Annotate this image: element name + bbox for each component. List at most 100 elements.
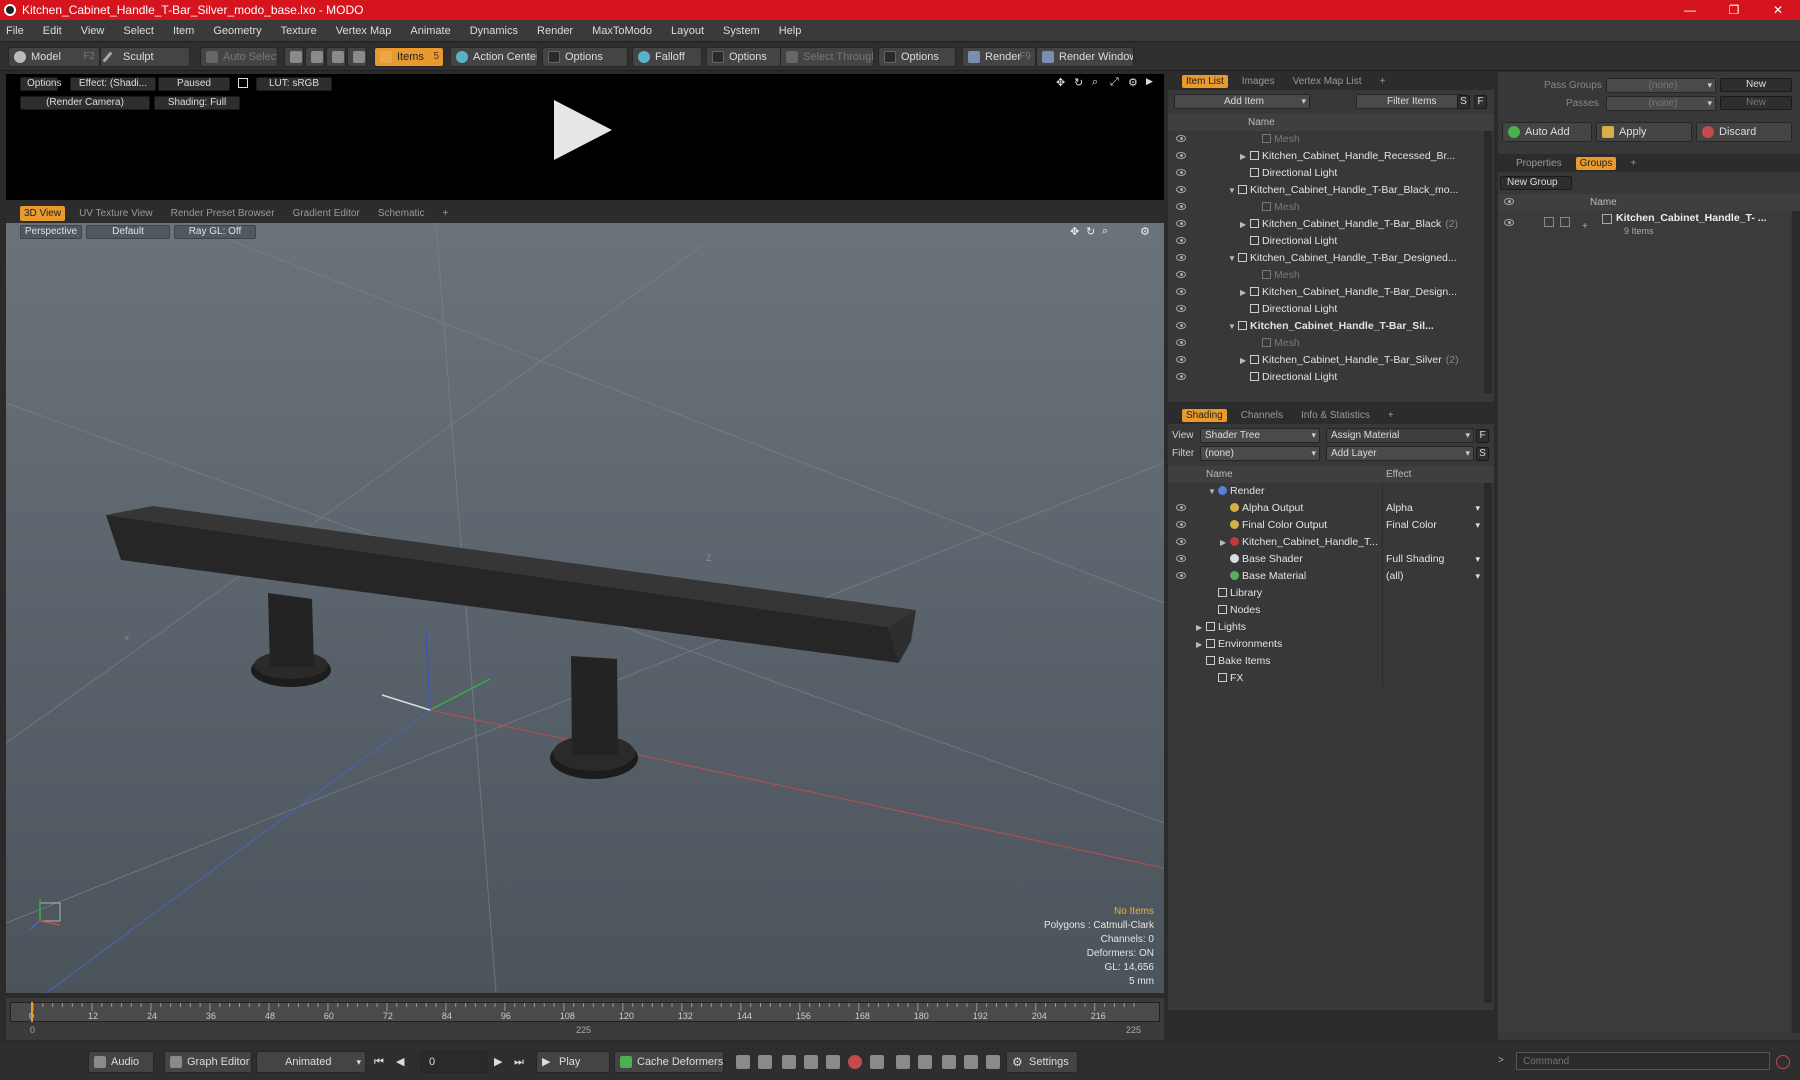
minimize-button[interactable]: —: [1668, 0, 1712, 20]
shader-tree-row[interactable]: Bake Items: [1168, 653, 1484, 670]
menu-system[interactable]: System: [723, 25, 760, 37]
expand-arrow-icon[interactable]: ▶: [1240, 148, 1250, 165]
shader-tree-row[interactable]: ▶ Lights: [1168, 619, 1484, 636]
lock-checkbox-icon[interactable]: [1544, 217, 1554, 227]
add-tab-button[interactable]: +: [1626, 157, 1640, 170]
eye-icon[interactable]: [1176, 237, 1186, 244]
render-camera-dropdown[interactable]: (Render Camera): [20, 96, 150, 110]
tab-groups[interactable]: Groups: [1575, 156, 1617, 170]
auto-select-button[interactable]: Auto Select: [200, 47, 278, 67]
tab-info-statistics[interactable]: Info & Statistics: [1297, 409, 1374, 422]
key-icon-7[interactable]: [896, 1055, 910, 1069]
name-column-header[interactable]: Name: [1206, 466, 1233, 483]
lock-icon[interactable]: [238, 78, 248, 88]
key-icon-9[interactable]: [942, 1055, 956, 1069]
effect-dropdown[interactable]: (all) ▾: [1386, 568, 1482, 585]
effect-dropdown[interactable]: Full Shading ▾: [1386, 551, 1482, 568]
add-tab-button[interactable]: +: [1376, 75, 1390, 88]
action-center-options-button[interactable]: Options: [542, 47, 628, 67]
menu-item[interactable]: Item: [173, 25, 194, 37]
falloff-options-button[interactable]: Options: [706, 47, 782, 67]
shader-tree-row[interactable]: Base Material (all) ▾: [1168, 568, 1484, 585]
add-layer-dropdown[interactable]: Add Layer: [1326, 446, 1474, 461]
preview-paused-button[interactable]: Paused: [158, 77, 230, 91]
group-row[interactable]: + Kitchen_Cabinet_Handle_T- ... 9 Items: [1498, 211, 1790, 243]
apply-button[interactable]: Apply: [1596, 122, 1692, 142]
key-icon-10[interactable]: [964, 1055, 978, 1069]
eye-icon[interactable]: [1176, 572, 1186, 579]
item-list-row[interactable]: Mesh: [1168, 131, 1484, 148]
tab-uv-texture-view[interactable]: UV Texture View: [75, 206, 157, 221]
play-button[interactable]: ▶ Play: [536, 1051, 610, 1073]
item-list-scrollbar[interactable]: [1484, 131, 1492, 393]
menu-view[interactable]: View: [81, 25, 105, 37]
eye-icon[interactable]: [1176, 203, 1186, 210]
new-pass-button[interactable]: New: [1720, 96, 1792, 110]
item-list-row[interactable]: Directional Light: [1168, 369, 1484, 386]
new-pass-group-button[interactable]: New: [1720, 78, 1792, 92]
expand-arrow-icon[interactable]: ▶: [1240, 284, 1250, 301]
preview-effect-dropdown[interactable]: Effect: (Shadi...: [70, 77, 156, 91]
model-button[interactable]: Model F2: [8, 47, 100, 67]
preview-arrow-icon[interactable]: ▶: [1146, 76, 1153, 87]
expand-arrow-icon[interactable]: ▶: [1196, 619, 1206, 636]
key-icon-2[interactable]: [758, 1055, 772, 1069]
eye-icon[interactable]: [1176, 288, 1186, 295]
select-through-button[interactable]: Select Through: [780, 47, 874, 67]
shader-tree-row[interactable]: Base Shader Full Shading ▾: [1168, 551, 1484, 568]
render-button[interactable]: Render F9: [962, 47, 1036, 67]
add-tab-button[interactable]: +: [439, 206, 453, 221]
eye-icon[interactable]: [1176, 538, 1186, 545]
effect-dropdown[interactable]: Alpha ▾: [1386, 500, 1482, 517]
item-list-row[interactable]: Mesh: [1168, 267, 1484, 284]
perspective-dropdown[interactable]: Perspective: [20, 225, 82, 239]
collapse-arrow-icon[interactable]: ▼: [1228, 182, 1238, 199]
next-frame-icon[interactable]: ▶: [494, 1055, 508, 1069]
audio-button[interactable]: Audio: [88, 1051, 154, 1073]
command-input[interactable]: [1516, 1052, 1770, 1070]
render-window-button[interactable]: Render Window: [1036, 47, 1134, 67]
timeline-ruler[interactable]: 0122436486072849610812013214415616818019…: [10, 1002, 1160, 1022]
menu-maxtomodo[interactable]: MaxToModo: [592, 25, 652, 37]
shader-tree-row[interactable]: Final Color Output Final Color ▾: [1168, 517, 1484, 534]
eye-icon[interactable]: [1176, 186, 1186, 193]
timeline[interactable]: 0 12 24 36 48 60 72 84 96 108 120 132 144 156 168 180 19…: [6, 998, 1164, 1040]
effect-column-header[interactable]: Effect: [1386, 466, 1411, 483]
cache-deformers-button[interactable]: Cache Deformers: [614, 1051, 724, 1073]
preview-options-button[interactable]: Options: [20, 77, 61, 91]
lut-dropdown[interactable]: LUT: sRGB: [256, 77, 332, 91]
filter-items-field[interactable]: Filter Items: [1356, 94, 1466, 109]
play-icon[interactable]: [554, 100, 612, 160]
shader-tree-row[interactable]: ▼ Render: [1168, 483, 1484, 500]
f-button[interactable]: F: [1474, 95, 1487, 109]
menu-dynamics[interactable]: Dynamics: [470, 25, 518, 37]
key-icon-3[interactable]: [782, 1055, 796, 1069]
item-list-row[interactable]: ▶ Kitchen_Cabinet_Handle_Recessed_Br...: [1168, 148, 1484, 165]
edges-mode-button[interactable]: [305, 47, 325, 67]
tab-gradient-editor[interactable]: Gradient Editor: [289, 206, 364, 221]
menu-render[interactable]: Render: [537, 25, 573, 37]
eye-icon[interactable]: [1176, 169, 1186, 176]
eye-icon[interactable]: [1176, 220, 1186, 227]
menu-animate[interactable]: Animate: [410, 25, 450, 37]
menu-vertex-map[interactable]: Vertex Map: [336, 25, 392, 37]
eye-icon[interactable]: [1176, 152, 1186, 159]
raygl-dropdown[interactable]: Ray GL: Off: [174, 225, 256, 239]
f-button[interactable]: F: [1476, 429, 1489, 443]
graph-editor-button[interactable]: Graph Editor: [164, 1051, 252, 1073]
pass-groups-dropdown[interactable]: (none): [1606, 78, 1716, 93]
shader-tree-row[interactable]: Alpha Output Alpha ▾: [1168, 500, 1484, 517]
filter-dropdown[interactable]: (none): [1200, 446, 1320, 461]
collapse-arrow-icon[interactable]: ▼: [1208, 483, 1218, 500]
tab-channels[interactable]: Channels: [1237, 409, 1287, 422]
item-list-row[interactable]: ▶ Kitchen_Cabinet_Handle_T-Bar_Black (2): [1168, 216, 1484, 233]
item-list-row[interactable]: ▶ Kitchen_Cabinet_Handle_T-Bar_Design...: [1168, 284, 1484, 301]
shader-tree-scrollbar[interactable]: [1484, 483, 1492, 1003]
eye-icon[interactable]: [1176, 504, 1186, 511]
settings-button[interactable]: ⚙ Settings: [1006, 1051, 1078, 1073]
eye-icon[interactable]: [1176, 373, 1186, 380]
record-icon[interactable]: [848, 1055, 862, 1069]
menu-file[interactable]: File: [6, 25, 24, 37]
default-style-dropdown[interactable]: Default: [86, 225, 170, 239]
expand-icon[interactable]: +: [1582, 221, 1588, 232]
